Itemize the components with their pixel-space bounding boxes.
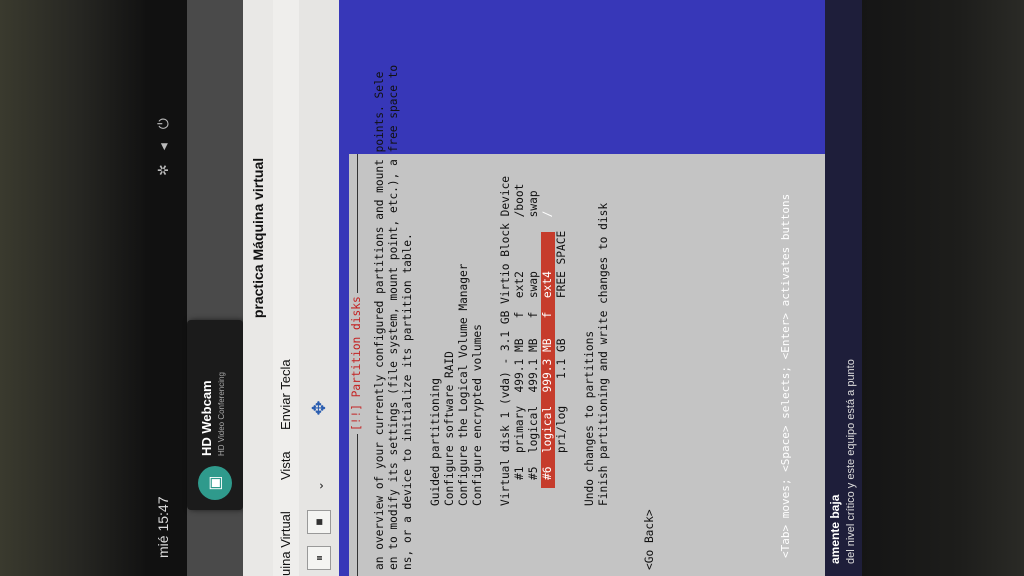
- pause-button[interactable]: ⏸: [307, 546, 331, 570]
- power-button[interactable]: ■: [307, 510, 331, 534]
- host-top-bar: mié 15:47 ✲◂⏻: [145, 0, 187, 576]
- webcam-icon: ▣: [198, 466, 232, 500]
- laptop-screen: mié 15:47 ✲◂⏻ ▣ HD Webcam HD Video Confe…: [145, 0, 862, 576]
- finish-partitioning-item[interactable]: Finish partitioning and write changes to…: [597, 203, 611, 506]
- laptop-bezel-left: [0, 0, 145, 576]
- webcam-notification[interactable]: ▣ HD Webcam HD Video Conferencing: [187, 320, 243, 510]
- dialog-title: [!!] Partition disks: [350, 293, 364, 434]
- notification-body: del nivel crítico y este equipo está a p…: [845, 359, 857, 564]
- undo-changes-item[interactable]: Undo changes to partitions: [583, 331, 597, 506]
- configure-raid-item[interactable]: Configure software RAID: [443, 351, 457, 506]
- vm-window: practica Máquina virtual uina Virtual Vi…: [243, 0, 862, 576]
- laptop-bezel-right: hp: [862, 0, 1024, 576]
- menu-vista[interactable]: Vista: [278, 451, 293, 480]
- guest-display[interactable]: [!!] Partition disks an overview of your…: [339, 0, 862, 576]
- notification-title: amente baja: [828, 494, 842, 564]
- intro-line-2: en to modify its settings (file system, …: [387, 64, 400, 570]
- battery-notification[interactable]: amente baja del nivel crítico y este equ…: [825, 0, 862, 576]
- fullscreen-icon[interactable]: ✥: [307, 396, 331, 420]
- vm-window-title: practica Máquina virtual: [243, 0, 273, 576]
- vm-menubar: uina Virtual Vista Enviar Tecla: [273, 0, 299, 576]
- go-back-button[interactable]: <Go Back>: [643, 509, 657, 570]
- keyboard-hint: <Tab> moves; <Space> selects; <Enter> ac…: [779, 193, 792, 558]
- power-icon[interactable]: ⏻: [155, 104, 171, 129]
- guided-partitioning-item[interactable]: Guided partitioning: [429, 378, 443, 506]
- configure-encrypted-item[interactable]: Configure encrypted volumes: [471, 324, 485, 506]
- configure-lvm-item[interactable]: Configure the Logical Volume Manager: [457, 264, 471, 506]
- vm-toolbar: ⏸ ■ ⌄ ✥: [299, 0, 340, 576]
- intro-line-1: an overview of your currently configured…: [373, 71, 386, 570]
- chevron-down-icon[interactable]: ⌄: [307, 474, 331, 498]
- disk-header[interactable]: Virtual disk 1 (vda) - 3.1 GB Virtio Blo…: [499, 176, 513, 506]
- volume-icon[interactable]: ◂: [155, 129, 171, 150]
- webcam-subtitle: HD Video Conferencing: [217, 372, 226, 456]
- menu-enviar-tecla[interactable]: Enviar Tecla: [278, 359, 293, 430]
- partition-row[interactable]: #1 primary 499.1 MB f ext2 /boot: [513, 184, 527, 480]
- partition-row-selected[interactable]: #6 logical 999.3 MB f ext4 /: [541, 211, 555, 488]
- tray-icons[interactable]: ✲◂⏻: [155, 104, 172, 176]
- webcam-title: HD Webcam: [199, 380, 214, 456]
- host-clock: mié 15:47: [155, 496, 171, 558]
- accessibility-icon[interactable]: ✲: [155, 150, 171, 176]
- partition-row[interactable]: #5 logical 499.1 MB f swap swap: [527, 190, 541, 480]
- menu-maquina[interactable]: uina Virtual: [278, 511, 293, 576]
- free-space-row[interactable]: pri/log 1.1 GB FREE SPACE: [555, 231, 569, 480]
- intro-line-3: ns, or a device to initialize its partit…: [401, 233, 414, 570]
